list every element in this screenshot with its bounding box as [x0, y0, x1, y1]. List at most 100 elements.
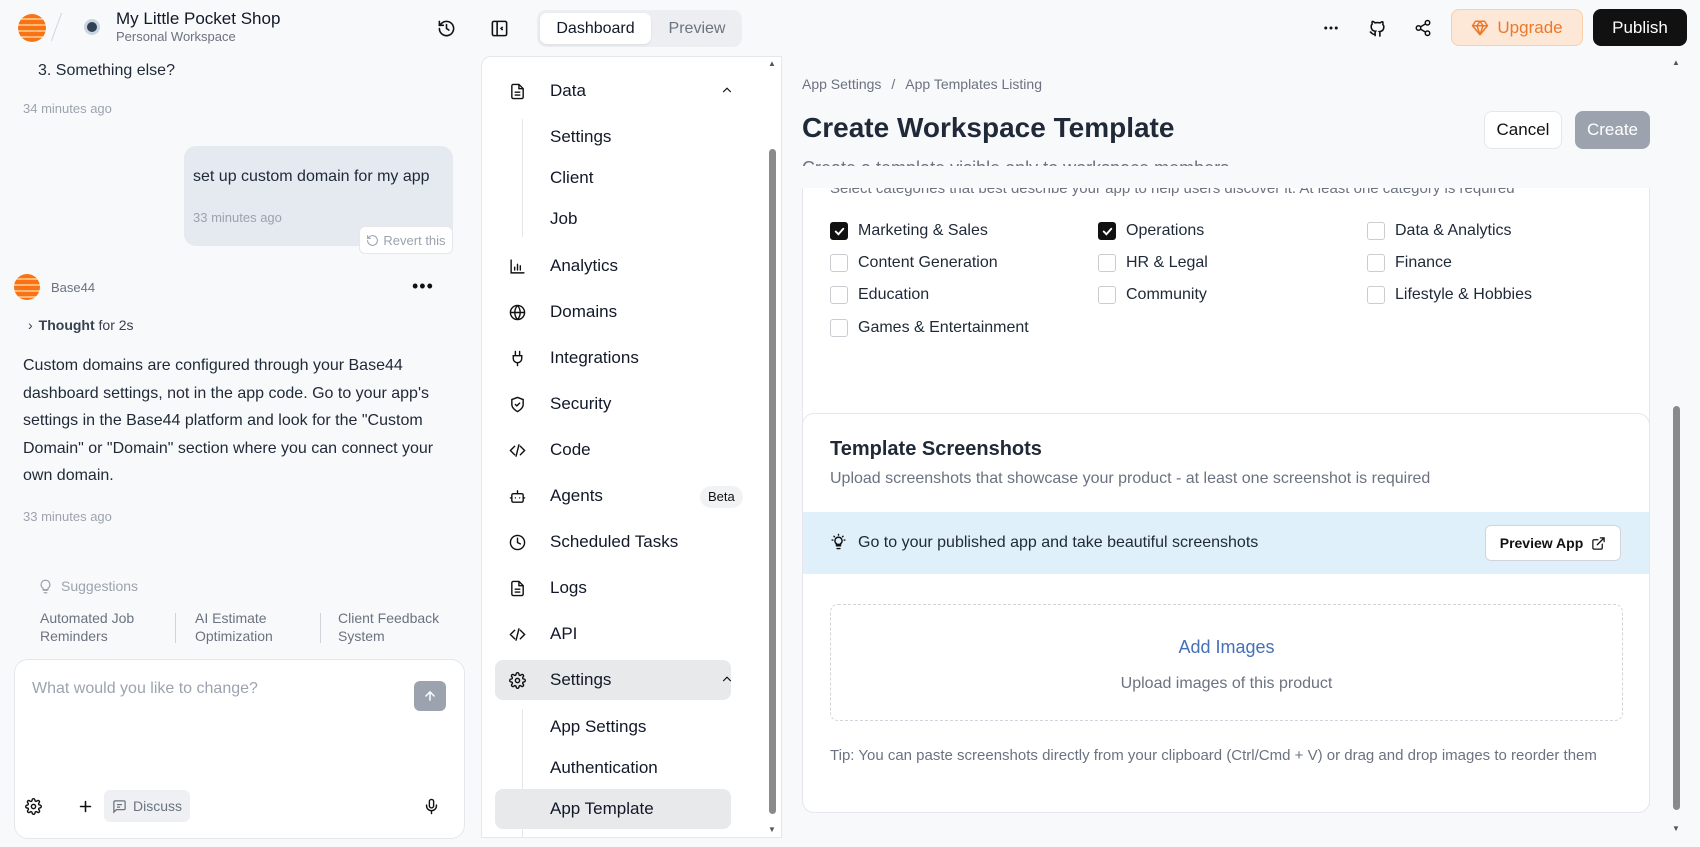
thought-label: Thought: [38, 317, 95, 333]
scroll-down-icon[interactable]: ▼: [1671, 824, 1681, 834]
top-bar: My Little Pocket Shop Personal Workspace…: [0, 0, 1700, 56]
sidebar-subitem-settings[interactable]: Settings: [495, 117, 731, 157]
category-checkbox[interactable]: HR & Legal: [1098, 254, 1208, 272]
breadcrumb-app-templates[interactable]: App Templates Listing: [905, 76, 1042, 92]
scroll-up-icon[interactable]: ▲: [767, 59, 777, 69]
sidebar-scrollbar[interactable]: ▲ ▼: [767, 57, 777, 837]
view-switcher: Dashboard Preview: [537, 10, 742, 47]
file-text-icon: [508, 82, 526, 100]
more-options-button[interactable]: [1315, 12, 1347, 44]
checkbox-icon[interactable]: [830, 254, 848, 272]
discuss-button[interactable]: Discuss: [104, 790, 190, 822]
suggestion-chip[interactable]: AI Estimate Optimization: [195, 609, 295, 645]
sidebar-subitem-app-template[interactable]: App Template: [495, 789, 731, 829]
plus-icon: [79, 800, 91, 812]
microphone-icon: [425, 798, 437, 814]
project-title[interactable]: My Little Pocket Shop: [116, 9, 280, 29]
scroll-up-icon[interactable]: ▲: [1671, 58, 1681, 68]
revert-button[interactable]: Revert this: [359, 226, 453, 254]
category-checkbox[interactable]: Games & Entertainment: [830, 319, 1029, 337]
bot-icon: [508, 487, 526, 505]
breadcrumb-app-settings[interactable]: App Settings: [802, 76, 881, 92]
checkbox-icon[interactable]: [830, 319, 848, 337]
github-icon: [1369, 20, 1385, 37]
sidebar-item-label: Domains: [550, 302, 618, 321]
category-checkbox[interactable]: Marketing & Sales: [830, 222, 988, 240]
checkbox-icon[interactable]: [830, 286, 848, 304]
project-avatar-icon[interactable]: [84, 19, 100, 35]
sidebar-item-data[interactable]: Data: [495, 71, 732, 111]
sidebar-item-settings[interactable]: Settings: [495, 660, 732, 700]
checkbox-icon[interactable]: [1367, 254, 1385, 272]
sidebar-subitem-client[interactable]: Client: [495, 158, 731, 198]
sidebar-item-integrations[interactable]: Integrations: [495, 338, 731, 378]
sidebar-item-agents[interactable]: Agents Beta: [495, 476, 743, 516]
sidebar-item-logs[interactable]: Logs: [495, 568, 731, 608]
category-checkbox[interactable]: Content Generation: [830, 254, 998, 272]
sidebar-item-api[interactable]: API: [495, 614, 731, 654]
category-label: Marketing & Sales: [858, 222, 988, 239]
preview-app-label: Preview App: [1499, 535, 1584, 551]
github-button[interactable]: [1361, 12, 1393, 44]
message-options-button[interactable]: •••: [412, 276, 434, 297]
thought-toggle[interactable]: › Thought for 2s: [28, 317, 134, 333]
voice-input-button[interactable]: [415, 790, 447, 822]
chat-input[interactable]: [32, 680, 372, 698]
scrollbar-thumb[interactable]: [769, 149, 776, 814]
thought-duration: for 2s: [98, 317, 134, 333]
sidebar-subitem-authentication[interactable]: Authentication: [495, 748, 731, 788]
sidebar-item-code[interactable]: Code: [495, 430, 731, 470]
checkbox-icon[interactable]: [1098, 286, 1116, 304]
toggle-sidebar-button[interactable]: [483, 12, 515, 44]
tab-dashboard[interactable]: Dashboard: [540, 13, 651, 44]
history-icon: [438, 20, 454, 36]
settings-sidebar: Data Settings Client Job Analytics Domai…: [481, 56, 781, 838]
checkbox-icon[interactable]: [1367, 222, 1385, 240]
category-checkbox[interactable]: Finance: [1367, 254, 1452, 272]
history-button[interactable]: [430, 12, 462, 44]
gear-icon: [24, 797, 42, 815]
cancel-button[interactable]: Cancel: [1484, 111, 1562, 149]
sidebar-item-scheduled-tasks[interactable]: Scheduled Tasks: [495, 522, 731, 562]
category-checkbox[interactable]: Lifestyle & Hobbies: [1367, 286, 1532, 304]
divider: [320, 613, 321, 643]
user-message-text: set up custom domain for my app: [193, 168, 430, 185]
category-checkbox[interactable]: Operations: [1098, 222, 1204, 240]
image-dropzone[interactable]: Add Images Upload images of this product: [830, 604, 1623, 721]
create-button[interactable]: Create: [1575, 111, 1650, 149]
checkbox-checked-icon[interactable]: [830, 222, 848, 240]
add-images-button[interactable]: Add Images: [831, 637, 1622, 658]
suggestion-chip[interactable]: Client Feedback System: [338, 609, 448, 645]
send-button[interactable]: [414, 681, 446, 711]
sidebar-item-analytics[interactable]: Analytics: [495, 246, 731, 286]
sidebar-item-label: Job: [550, 209, 578, 228]
sidebar-item-label: Client: [550, 168, 594, 187]
scrollbar-thumb[interactable]: [1673, 406, 1680, 810]
preview-app-button[interactable]: Preview App: [1485, 525, 1621, 561]
bar-chart-icon: [508, 257, 526, 275]
main-scrollbar[interactable]: ▲ ▼: [1671, 56, 1681, 838]
divider: [175, 613, 176, 643]
category-checkbox[interactable]: Community: [1098, 286, 1207, 304]
breadcrumb: App Settings / App Templates Listing: [802, 76, 1042, 92]
suggestion-chip[interactable]: Automated Job Reminders: [40, 609, 160, 645]
checkbox-icon[interactable]: [1367, 286, 1385, 304]
sidebar-item-label: App Template: [550, 799, 654, 818]
scroll-down-icon[interactable]: ▼: [767, 825, 777, 835]
publish-button[interactable]: Publish: [1593, 9, 1687, 46]
checkbox-icon[interactable]: [1098, 254, 1116, 272]
chat-settings-button[interactable]: [17, 790, 49, 822]
upgrade-button[interactable]: Upgrade: [1451, 9, 1583, 46]
tab-preview[interactable]: Preview: [655, 13, 739, 44]
add-attachment-button[interactable]: [69, 790, 101, 822]
base44-logo-icon[interactable]: [18, 14, 46, 42]
message-timestamp: 33 minutes ago: [193, 210, 282, 225]
sidebar-subitem-app-settings[interactable]: App Settings: [495, 707, 731, 747]
checkbox-checked-icon[interactable]: [1098, 222, 1116, 240]
share-button[interactable]: [1407, 12, 1439, 44]
category-checkbox[interactable]: Data & Analytics: [1367, 222, 1512, 240]
sidebar-item-security[interactable]: Security: [495, 384, 731, 424]
sidebar-item-domains[interactable]: Domains: [495, 292, 731, 332]
sidebar-subitem-job[interactable]: Job: [495, 199, 731, 239]
category-checkbox[interactable]: Education: [830, 286, 929, 304]
